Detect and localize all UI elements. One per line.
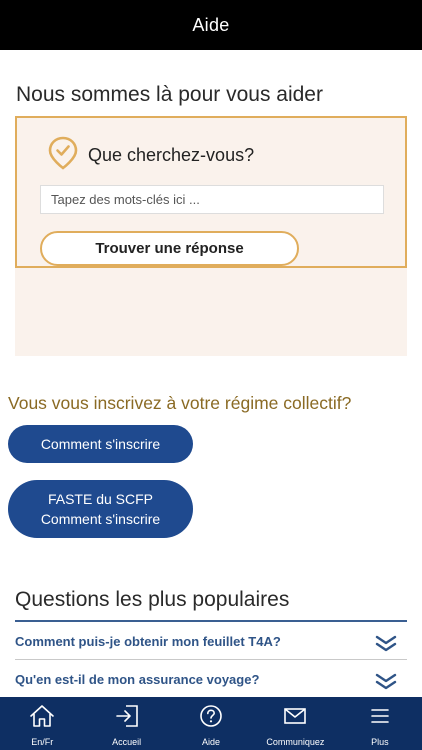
tab-language[interactable]: En/Fr: [0, 697, 84, 750]
enroll-section-title: Vous vous inscrivez à votre régime colle…: [8, 393, 352, 413]
hero-title: Nous sommes là pour vous aider: [16, 83, 323, 106]
title-bar: Aide: [0, 0, 422, 50]
map-pin-check-icon: [48, 136, 78, 170]
cupe-enroll-label-line1: FASTE du SCFP: [47, 491, 154, 507]
sign-in-icon: [115, 705, 138, 727]
tab-contact[interactable]: Communiquez: [253, 697, 337, 750]
page-title: Aide: [192, 14, 230, 35]
search-input[interactable]: [40, 185, 384, 214]
faq-item[interactable]: Comment puis-je obtenir mon feuillet T4A…: [15, 622, 407, 660]
faq-item[interactable]: Qu'en est-il de mon assurance voyage?: [15, 660, 407, 697]
help-icon: [200, 705, 222, 727]
faq-question: Comment puis-je obtenir mon feuillet T4A…: [15, 634, 281, 649]
search-panel: Que cherchez-vous? Trouver une réponse: [15, 116, 407, 268]
find-answer-button[interactable]: Trouver une réponse: [40, 231, 299, 266]
tab-home[interactable]: Accueil: [84, 697, 168, 750]
cupe-enroll-label-line2: Comment s'inscrire: [40, 511, 161, 527]
content-scroll-area[interactable]: Nous sommes là pour vous aider Que cherc…: [0, 50, 422, 697]
popular-questions-title: Questions les plus populaires: [15, 588, 290, 611]
tab-label: Communiquez: [266, 737, 325, 747]
faq-question: Qu'en est-il de mon assurance voyage?: [15, 672, 260, 687]
search-prompt: Que cherchez-vous?: [88, 145, 255, 165]
menu-icon: [371, 709, 389, 723]
double-chevron-down-icon: [375, 635, 397, 652]
tab-label: Plus: [371, 737, 389, 747]
envelope-icon: [284, 708, 307, 724]
tab-label: Aide: [202, 737, 221, 747]
double-chevron-down-icon: [375, 673, 397, 690]
how-to-enroll-label: Comment s'inscrire: [40, 436, 161, 452]
cupe-how-to-enroll-button[interactable]: FASTE du SCFP Comment s'inscrire: [8, 480, 193, 538]
tab-label: Accueil: [112, 737, 142, 747]
tab-more[interactable]: Plus: [338, 697, 422, 750]
tab-label: En/Fr: [31, 737, 54, 747]
tab-help[interactable]: Aide: [169, 697, 253, 750]
home-icon: [30, 705, 55, 727]
how-to-enroll-button[interactable]: Comment s'inscrire: [8, 425, 193, 463]
bottom-tab-bar: En/Fr Accueil Aide Communiquez Plus: [0, 697, 422, 750]
